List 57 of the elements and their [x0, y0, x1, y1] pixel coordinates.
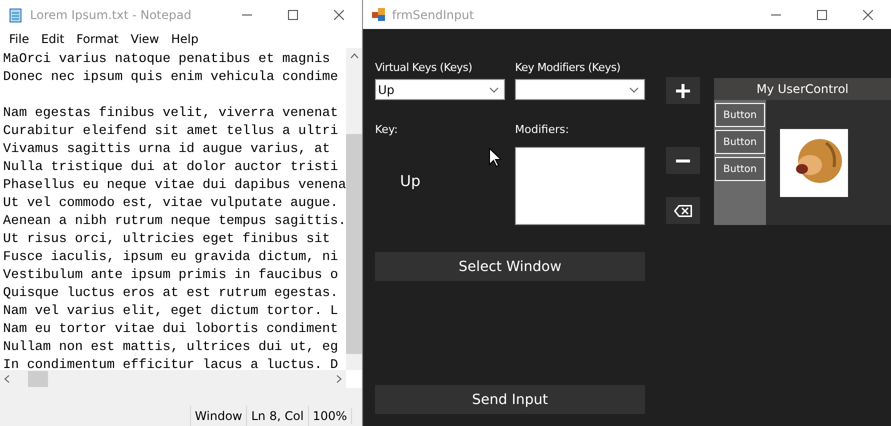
menu-item[interactable]: Format	[70, 32, 125, 46]
menu-item[interactable]: Help	[165, 32, 204, 46]
text-line: Ut vel commodo est, vitae vulputate augue.	[3, 194, 340, 212]
key-value: Up	[400, 171, 421, 191]
panel-button[interactable]: Button	[715, 157, 765, 181]
text-line: Aenean a nibh rutrum neque tempus sagittis.	[3, 212, 346, 230]
text-line: Vivamus sagittis urna id augue varius, at	[3, 140, 332, 158]
status-text: Ln 8, Col	[246, 406, 308, 426]
chevron-icon	[489, 86, 499, 92]
text-line: Donec nec ipsum quis enim vehicula condime	[3, 68, 340, 86]
send-input-button[interactable]: Send Input	[375, 385, 645, 414]
panel-button[interactable]: Button	[715, 103, 765, 127]
status-text: Window	[190, 406, 246, 426]
text-line: Vestibulum ante ipsum primis in faucibus o	[3, 266, 340, 284]
menu-item[interactable]: Edit	[35, 32, 70, 46]
status-text: 100%	[308, 406, 351, 426]
text-line: MaOrci varius natoque penatibus et magnis	[3, 50, 332, 68]
panel-button[interactable]: Button	[715, 130, 765, 154]
form-icon	[372, 8, 386, 22]
select-window-button[interactable]: Select Window	[375, 252, 645, 281]
backspace-icon	[674, 204, 692, 216]
dropdown[interactable]	[515, 79, 645, 100]
text-line: Nam eu tortor vitae dui lobortis condiment	[3, 320, 340, 338]
remove-button[interactable]	[666, 147, 700, 174]
vertical-scrollbar[interactable]	[346, 48, 362, 370]
horizontal-scrollbar[interactable]	[0, 370, 346, 388]
text-line: Nam vel varius elit, eget dictum tortor. L	[3, 302, 340, 320]
scroll-thumb[interactable]	[346, 134, 362, 354]
scroll-thumb[interactable]	[28, 371, 48, 387]
lion-picture	[780, 128, 848, 196]
cursor-icon	[489, 148, 501, 167]
text-line: Quisque luctus eros at est rutrum egestas.	[3, 284, 340, 302]
chevron-icon	[629, 86, 639, 92]
text-line: Nulla tristique dui at dolor auctor tristi	[3, 158, 340, 176]
text-line: Curabitur eleifend sit amet tellus a ultri	[3, 122, 340, 140]
text-line: Nullam non est mattis, ultrices dui ut, eg	[3, 338, 340, 356]
text-line: Phasellus eu neque vitae dui dapibus venena	[3, 176, 346, 194]
window-title: Lorem Ipsum.txt - Notepad	[30, 8, 192, 22]
add-button[interactable]	[666, 77, 700, 104]
clear-button[interactable]	[666, 197, 700, 224]
modifiers-list[interactable]	[515, 147, 645, 225]
plus-icon	[676, 84, 690, 98]
field-label: Modifiers:	[515, 124, 570, 136]
text-line: Fusce iaculis, ipsum eu gravida dictum, ni	[3, 248, 340, 266]
menu-item[interactable]: File	[3, 32, 36, 46]
field-label: Virtual Keys (Keys)	[375, 62, 474, 74]
minus-icon	[676, 158, 690, 162]
notepad-icon	[8, 7, 24, 23]
panel-title: My UserControl	[714, 78, 891, 100]
text-line: In condimentum efficitur lacus a luctus. D	[3, 356, 340, 370]
field-label: Key:	[375, 124, 399, 136]
text-line: Nam egestas finibus velit, viverra venenat	[3, 104, 340, 122]
window-title: frmSendInput	[392, 8, 475, 22]
text-line: Ut risus orci, ultricies eget finibus sit	[3, 230, 332, 248]
field-label: Key Modifiers (Keys)	[515, 62, 622, 74]
dropdown[interactable]: Up	[375, 79, 505, 100]
menu-item[interactable]: View	[124, 32, 166, 46]
